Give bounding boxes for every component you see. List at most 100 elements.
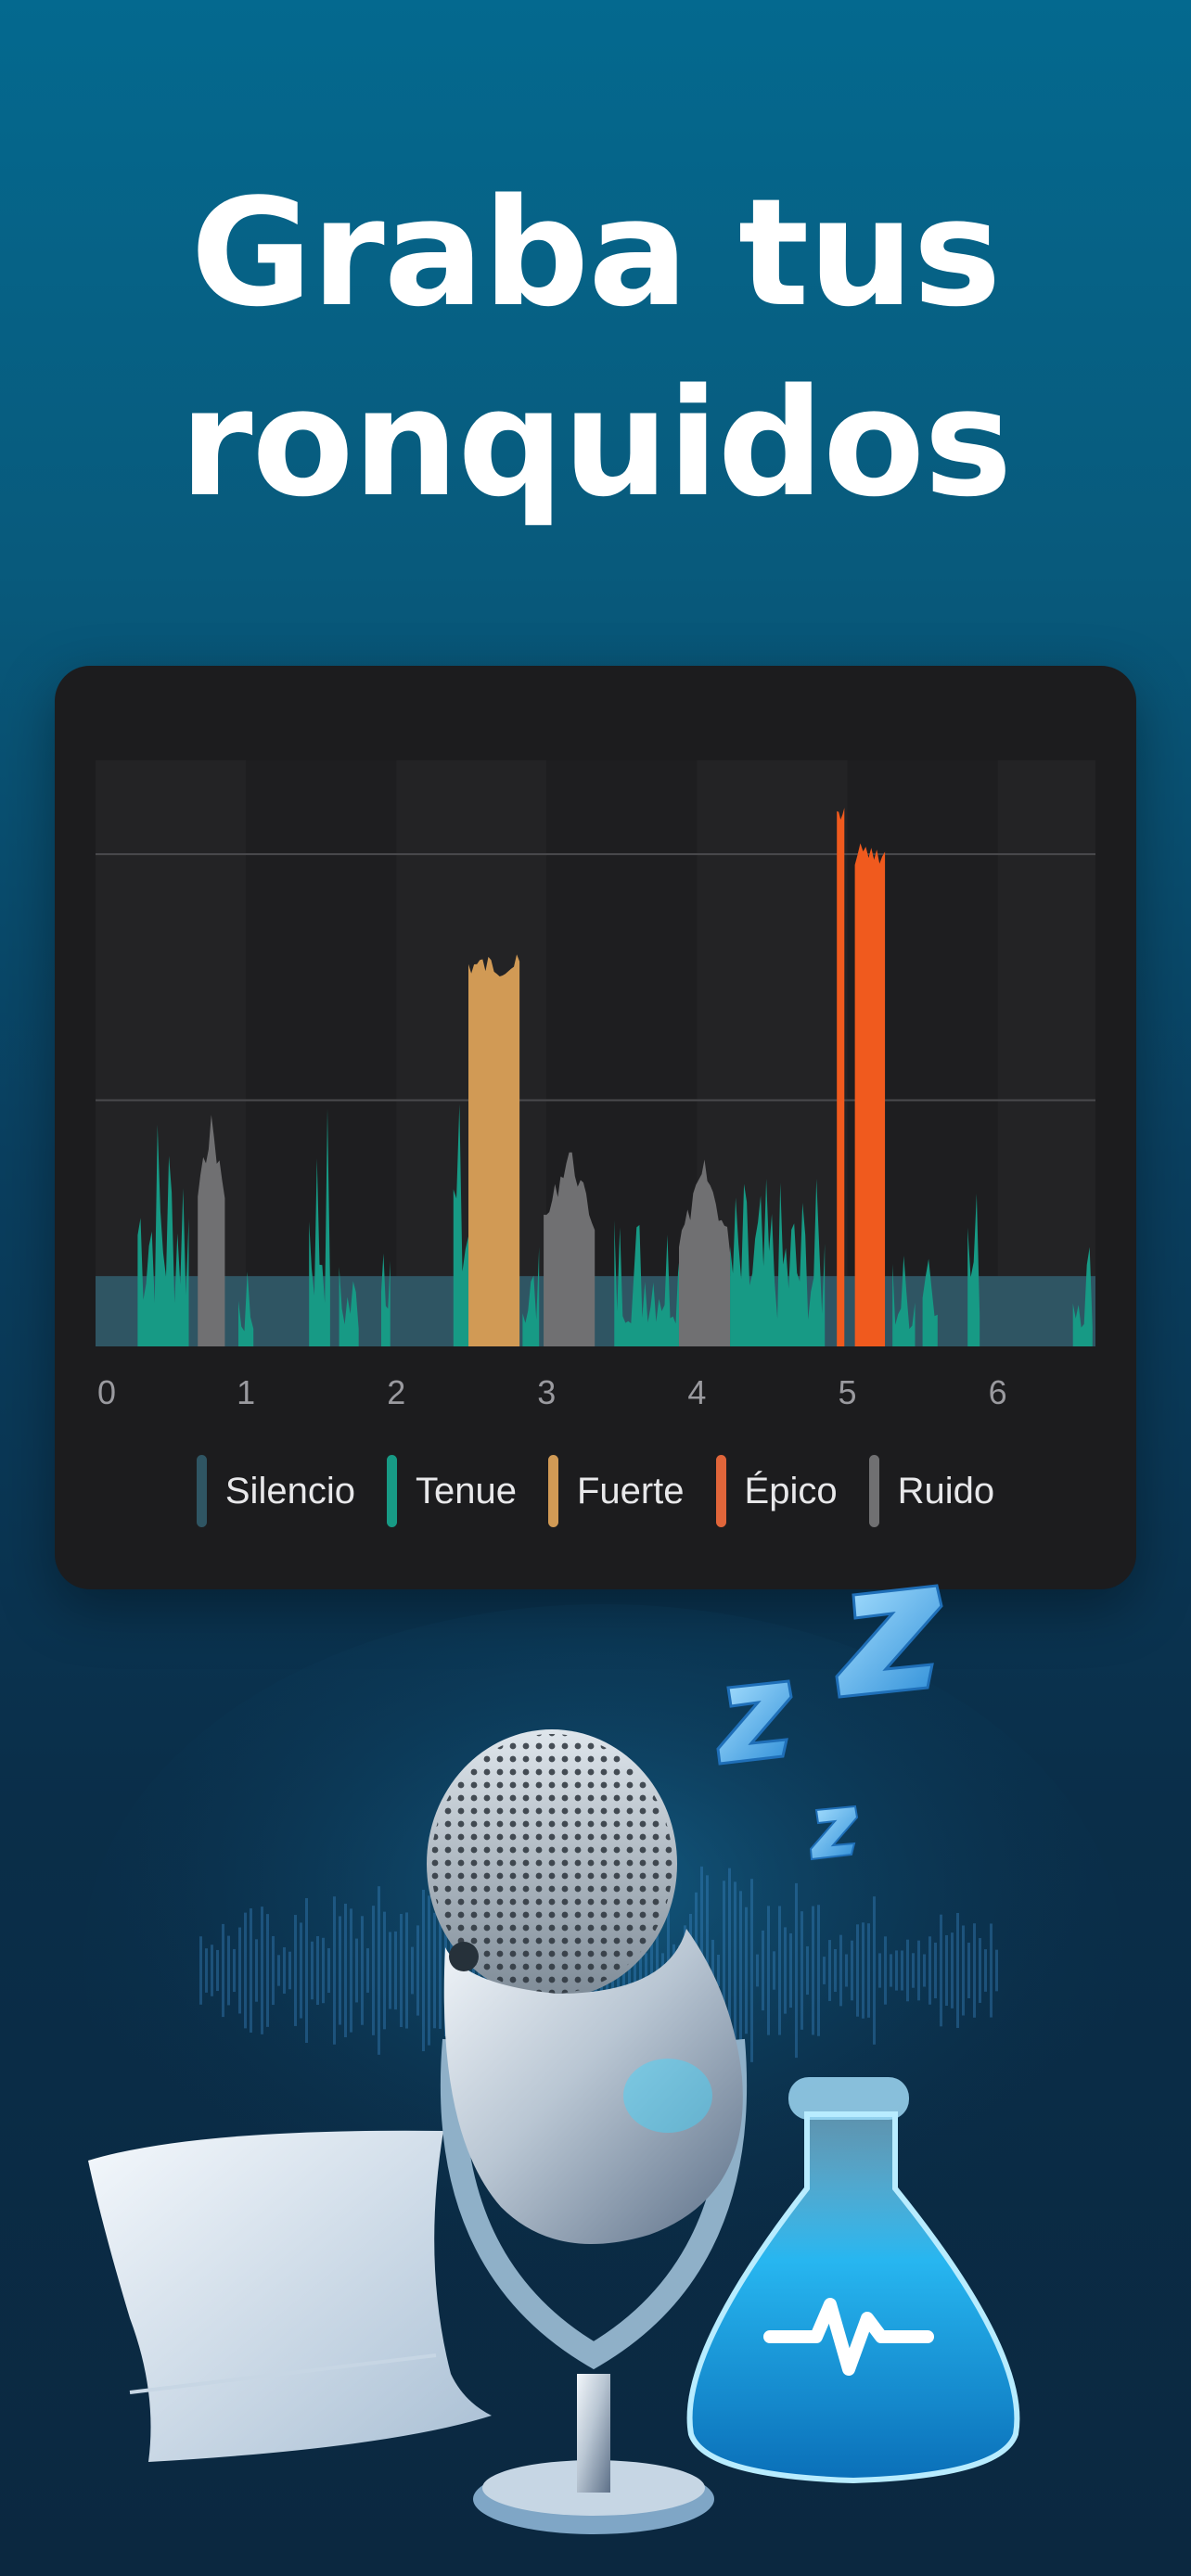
x-tick-label: 4 bbox=[687, 1373, 706, 1411]
x-tick-label: 6 bbox=[989, 1373, 1007, 1411]
wave-line bbox=[967, 1943, 970, 1998]
wave-line bbox=[890, 1954, 892, 1987]
wave-line bbox=[878, 1953, 881, 1988]
wave-line bbox=[277, 1955, 280, 1986]
wave-line bbox=[973, 1923, 976, 2018]
wave-line bbox=[773, 1951, 775, 1990]
wave-line bbox=[327, 1947, 330, 1994]
legend-item-epico: Épico bbox=[715, 1455, 838, 1527]
wave-line bbox=[839, 1934, 842, 2007]
chart-legend: Silencio Tenue Fuerte Épico Ruido bbox=[0, 1454, 1191, 1528]
legend-label: Silencio bbox=[224, 1470, 355, 1511]
x-tick-label: 1 bbox=[237, 1373, 255, 1411]
legend-label: Tenue bbox=[415, 1470, 517, 1511]
wave-line bbox=[383, 1911, 386, 2030]
wave-line bbox=[912, 1953, 915, 1988]
wave-line bbox=[322, 1937, 325, 2004]
legend-label: Fuerte bbox=[576, 1470, 685, 1511]
wave-line bbox=[272, 1935, 275, 2006]
snore-chart: 0 1 2 3 4 5 6 bbox=[96, 760, 1095, 1411]
wave-line bbox=[333, 1896, 336, 2045]
wave-line bbox=[979, 1938, 981, 2003]
wave-line bbox=[422, 1889, 425, 2052]
wave-line bbox=[344, 1903, 347, 2038]
legend-swatch bbox=[196, 1455, 207, 1527]
wave-line bbox=[238, 1927, 241, 2014]
legend-item-fuerte: Fuerte bbox=[547, 1455, 685, 1527]
wave-line bbox=[294, 1915, 297, 2026]
wave-line bbox=[205, 1948, 208, 1993]
wave-line bbox=[767, 1906, 770, 2035]
wave-line bbox=[266, 1914, 269, 2027]
segment-epico bbox=[854, 843, 886, 1346]
x-tick-label: 2 bbox=[387, 1373, 405, 1411]
wave-line bbox=[372, 1906, 375, 2035]
legend-label: Ruido bbox=[897, 1470, 995, 1511]
pillow-image bbox=[88, 2130, 492, 2462]
wave-line bbox=[416, 1925, 419, 2016]
wave-line bbox=[962, 1925, 965, 2016]
legend-swatch bbox=[868, 1455, 879, 1527]
wave-line bbox=[951, 1932, 954, 2009]
wave-line bbox=[856, 1924, 859, 2017]
wave-line bbox=[378, 1886, 380, 2055]
wave-line bbox=[745, 1906, 748, 2034]
wave-line bbox=[255, 1939, 258, 2002]
x-tick-label: 0 bbox=[97, 1373, 116, 1411]
wave-line bbox=[917, 1940, 920, 2001]
wave-line bbox=[288, 1951, 291, 1990]
wave-line bbox=[934, 1942, 937, 1999]
legend-swatch bbox=[547, 1455, 558, 1527]
wave-line bbox=[956, 1913, 959, 2028]
legend-item-ruido: Ruido bbox=[868, 1455, 995, 1527]
wave-line bbox=[717, 1954, 720, 1987]
wave-line bbox=[778, 1906, 781, 2035]
chart-time-bands bbox=[96, 760, 1095, 1346]
wave-line bbox=[873, 1896, 876, 2045]
wave-line bbox=[216, 1949, 219, 1992]
wave-line bbox=[394, 1931, 397, 2010]
wave-line bbox=[350, 1908, 352, 2033]
wave-line bbox=[995, 1949, 998, 1992]
wave-line bbox=[316, 1935, 319, 2006]
wave-line bbox=[411, 1946, 414, 1995]
legend-item-silencio: Silencio bbox=[196, 1455, 355, 1527]
wave-line bbox=[884, 1936, 887, 2005]
wave-line bbox=[366, 1948, 369, 1993]
wave-line bbox=[750, 1879, 753, 2062]
wave-line bbox=[784, 1927, 787, 2014]
wave-line bbox=[800, 1911, 803, 2030]
wave-line bbox=[311, 1941, 314, 2000]
wave-line bbox=[250, 1908, 252, 2033]
wave-line bbox=[834, 1949, 837, 1992]
wave-line bbox=[795, 1882, 798, 2059]
wave-line bbox=[928, 1936, 931, 2005]
wave-line bbox=[428, 1895, 430, 2046]
wave-line bbox=[823, 1957, 826, 1984]
microphone-illustration bbox=[83, 1584, 1122, 2534]
wave-line bbox=[739, 1891, 742, 2050]
wave-line bbox=[923, 1954, 926, 1987]
wave-line bbox=[901, 1950, 903, 1991]
wave-line bbox=[895, 1950, 898, 1991]
wave-line bbox=[762, 1930, 764, 2011]
wave-line bbox=[400, 1914, 403, 2027]
wave-line bbox=[984, 1949, 987, 1992]
wave-line bbox=[439, 1912, 442, 2029]
wave-line bbox=[812, 1906, 814, 2035]
wave-line bbox=[990, 1923, 992, 2018]
wave-line bbox=[867, 1923, 870, 2018]
wave-line bbox=[828, 1940, 831, 2001]
wave-line bbox=[300, 1922, 302, 2019]
wave-line bbox=[227, 1935, 230, 2006]
wave-line bbox=[789, 1932, 792, 2009]
wave-line bbox=[845, 1954, 848, 1987]
wave-line bbox=[806, 1945, 809, 1996]
wave-line bbox=[211, 1945, 213, 1996]
wave-line bbox=[405, 1912, 408, 2029]
wave-line bbox=[389, 1932, 391, 2009]
wave-line bbox=[945, 1934, 948, 2007]
wave-line bbox=[261, 1906, 263, 2034]
legend-swatch bbox=[715, 1455, 726, 1527]
legend-label: Épico bbox=[744, 1470, 838, 1511]
